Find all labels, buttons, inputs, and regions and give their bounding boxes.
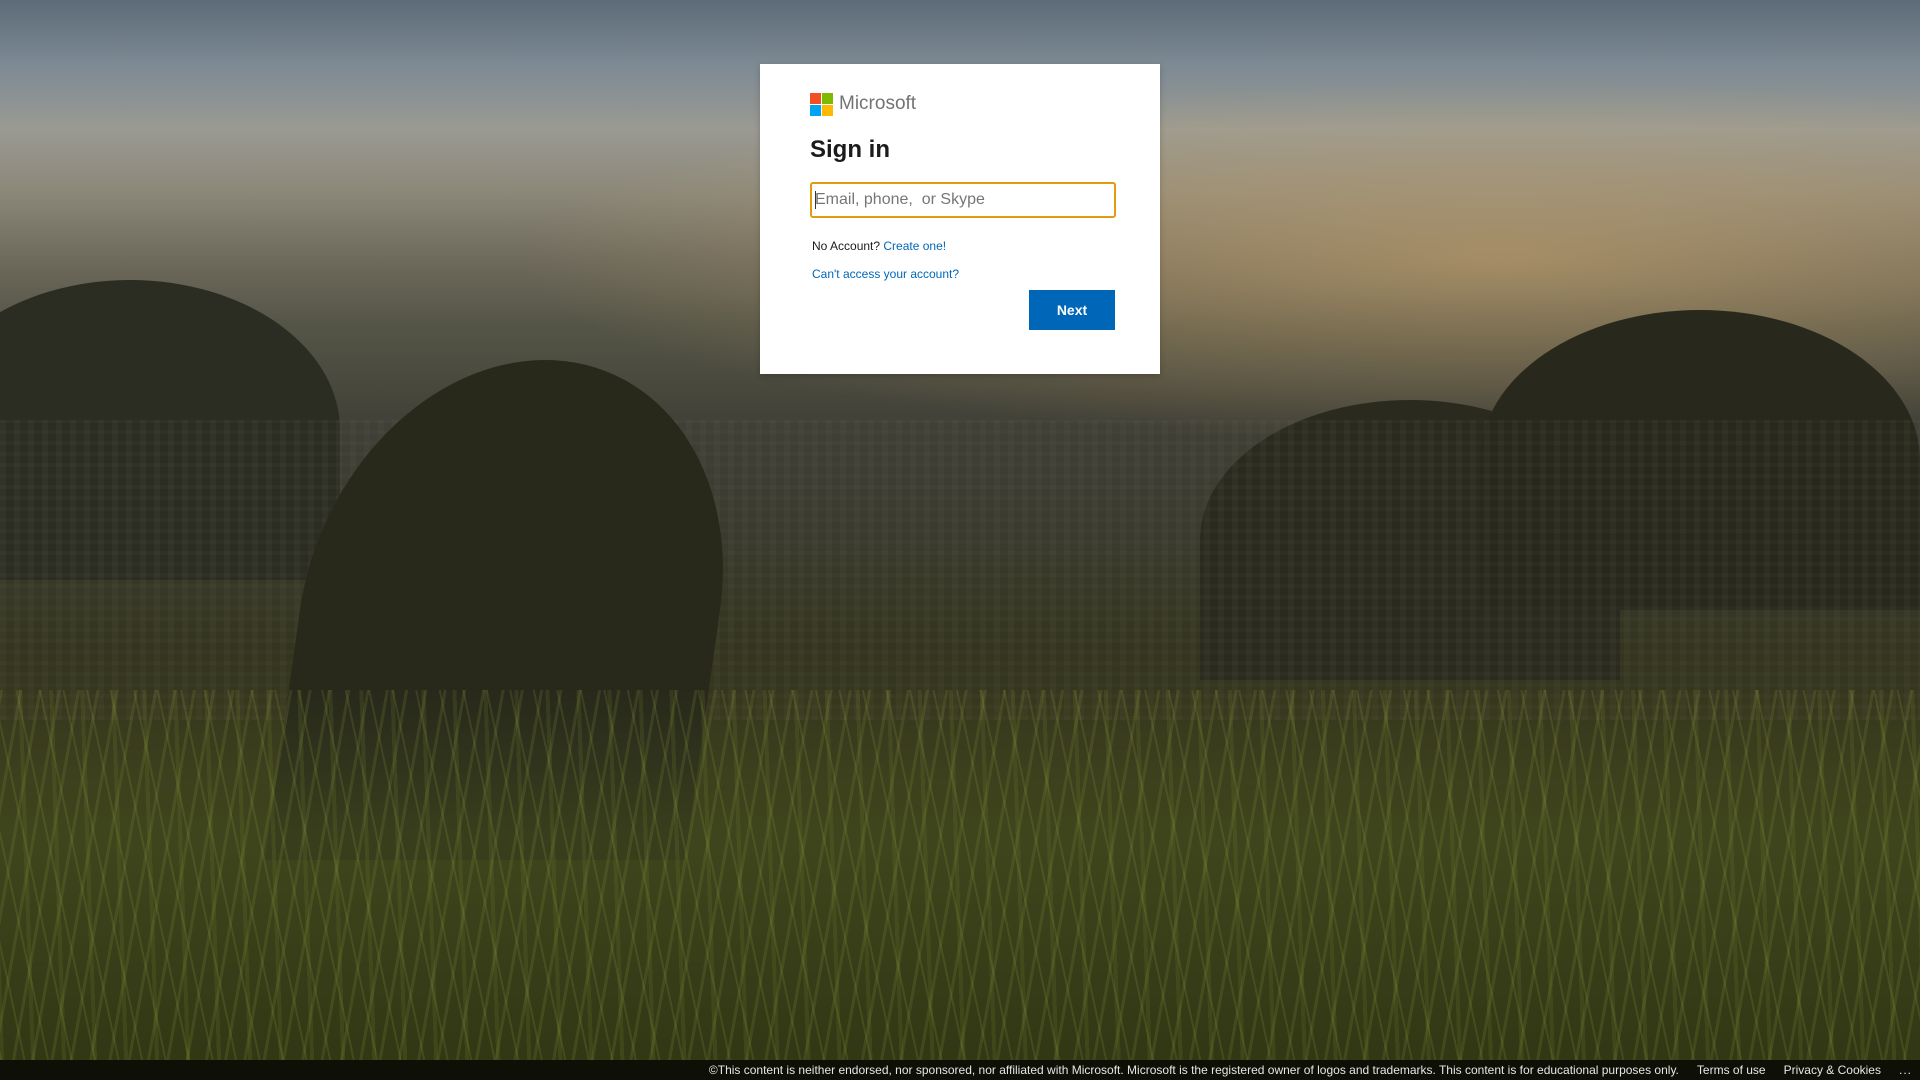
logo-square-blue: [810, 104, 821, 116]
email-field-wrapper[interactable]: [810, 182, 1116, 218]
background-grass: [0, 690, 1920, 1060]
signin-card: Microsoft Sign in No Account? Create one…: [760, 64, 1160, 374]
footer-disclaimer: ©This content is neither endorsed, nor s…: [708, 1063, 1679, 1077]
cant-access-row: Can't access your account?: [810, 266, 1116, 282]
cant-access-link[interactable]: Can't access your account?: [812, 267, 959, 281]
more-options-icon[interactable]: ...: [1899, 1063, 1912, 1077]
footer: ©This content is neither endorsed, nor s…: [0, 1060, 1920, 1080]
no-account-label: No Account?: [812, 239, 881, 253]
no-account-row: No Account? Create one!: [810, 238, 1116, 254]
email-field[interactable]: [814, 186, 1112, 214]
logo-square-red: [810, 92, 821, 104]
privacy-cookies-link[interactable]: Privacy & Cookies: [1784, 1063, 1881, 1077]
background-city: [0, 420, 1920, 720]
brand-logo: Microsoft: [810, 92, 1116, 116]
brand-name: Microsoft: [839, 93, 917, 114]
logo-square-green: [822, 92, 833, 104]
next-button[interactable]: Next: [1029, 290, 1115, 330]
logo-square-yellow: [822, 104, 833, 116]
terms-of-use-link[interactable]: Terms of use: [1697, 1063, 1766, 1077]
next-row: Next: [1029, 290, 1115, 330]
create-account-link[interactable]: Create one!: [883, 239, 946, 253]
microsoft-logo-icon: [810, 92, 833, 116]
page-title: Sign in: [810, 136, 890, 163]
